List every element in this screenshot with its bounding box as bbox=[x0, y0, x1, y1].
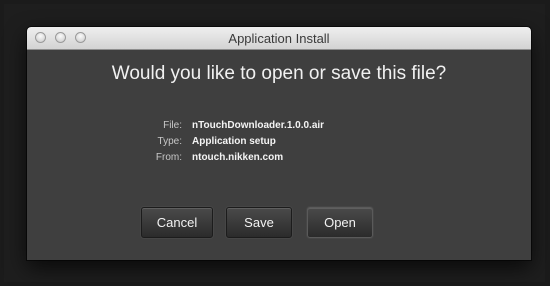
open-button[interactable]: Open bbox=[307, 207, 373, 238]
from-label: From: bbox=[155, 152, 182, 163]
save-button[interactable]: Save bbox=[226, 207, 292, 238]
file-value: nTouchDownloader.1.0.0.air bbox=[192, 120, 325, 131]
cancel-button[interactable]: Cancel bbox=[141, 207, 213, 238]
from-row: From: ntouch.nikken.com bbox=[27, 149, 531, 165]
type-label: Type: bbox=[157, 136, 182, 147]
type-value: Application setup bbox=[192, 136, 276, 147]
file-label: File: bbox=[163, 120, 182, 131]
from-value: ntouch.nikken.com bbox=[192, 152, 284, 163]
dialog-question: Would you like to open or save this file… bbox=[111, 63, 447, 84]
type-row: Type: Application setup bbox=[27, 133, 531, 149]
window-title: Application Install bbox=[228, 31, 330, 46]
application-install-dialog: Application Install Would you like to op… bbox=[27, 27, 531, 260]
title-bar[interactable]: Application Install bbox=[27, 27, 531, 50]
file-row: File: nTouchDownloader.1.0.0.air bbox=[27, 117, 531, 133]
